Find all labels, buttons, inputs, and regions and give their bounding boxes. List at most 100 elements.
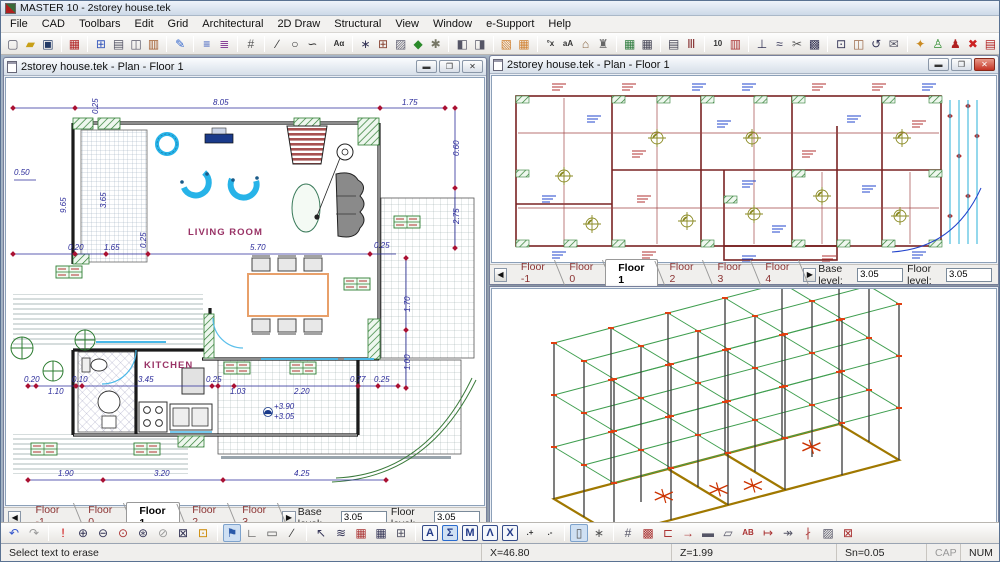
arc-icon[interactable]: ∽	[305, 35, 321, 53]
floor-level-input[interactable]	[946, 268, 992, 282]
text-sigma-button[interactable]: Σ	[442, 525, 458, 541]
menu-item-grid[interactable]: Grid	[161, 17, 196, 31]
cad-stamp-icon[interactable]: ▦	[67, 35, 83, 53]
uturn-icon[interactable]: ↺	[868, 35, 884, 53]
left-plan-canvas[interactable]: 8.05 1.75 0.60 2.75 0.50 9.65 3.65 0.25 …	[5, 77, 485, 506]
floor-tab-floor-2[interactable]: Floor 2	[180, 502, 230, 522]
ab-icon[interactable]: AB	[739, 524, 757, 542]
print-icon[interactable]: ▤	[111, 35, 127, 53]
status-num-indicator[interactable]: NUM	[961, 544, 999, 561]
layers-icon[interactable]: ▥	[146, 35, 162, 53]
plan-window-right[interactable]: 2storey house.tek - Plan - Floor 1 ▬ ❐ ✕	[489, 55, 999, 285]
model-3d-window[interactable]	[489, 286, 999, 522]
image-icon[interactable]: ▧	[499, 35, 515, 53]
circle-icon[interactable]: ○	[287, 35, 303, 53]
menu-item-edit[interactable]: Edit	[128, 17, 161, 31]
status-caps-indicator[interactable]: CAP	[927, 544, 961, 561]
dot-plus-icon[interactable]: .+	[521, 524, 539, 542]
open-icon[interactable]: ▰	[23, 35, 39, 53]
text-icon[interactable]: Aα	[331, 35, 347, 53]
cart-icon[interactable]: ◆	[410, 35, 426, 53]
minimize-button[interactable]: ▬	[928, 58, 949, 71]
delete-icon[interactable]: ✖	[965, 35, 981, 53]
sketch-pen-icon[interactable]: ✎	[172, 35, 188, 53]
draw-line-icon[interactable]: ∕	[283, 524, 301, 542]
regen-icon[interactable]: !	[54, 524, 72, 542]
list-purple-icon[interactable]: ≣	[216, 35, 232, 53]
column-grid-icon[interactable]: Ⅲ	[684, 35, 700, 53]
boxed-x-icon[interactable]: ⊠	[839, 524, 857, 542]
right-window-title-bar[interactable]: 2storey house.tek - Plan - Floor 1 ▬ ❐ ✕	[490, 56, 998, 74]
select-icon[interactable]: ↖	[312, 524, 330, 542]
base-level-input[interactable]	[341, 511, 387, 523]
pattern-icon[interactable]: ▩	[639, 524, 657, 542]
close-button[interactable]: ✕	[462, 60, 483, 73]
pan-hand-icon[interactable]: ✦	[913, 35, 929, 53]
map-arrow-icon[interactable]: ↦	[759, 524, 777, 542]
copy-icon[interactable]: ⊞	[93, 35, 109, 53]
menu-item-cad[interactable]: CAD	[35, 17, 72, 31]
list-blue-icon[interactable]: ≡	[199, 35, 215, 53]
degree-icon[interactable]: °x	[543, 35, 559, 53]
menu-item-architectural[interactable]: Architectural	[195, 17, 270, 31]
frame-icon[interactable]: ▦	[516, 35, 532, 53]
axis-icon[interactable]: ⊥	[754, 35, 770, 53]
comment-icon[interactable]: ✉	[886, 35, 902, 53]
materials-icon[interactable]: ▥	[728, 35, 744, 53]
menu-item-file[interactable]: File	[3, 17, 35, 31]
wall-icon[interactable]: ⊏	[659, 524, 677, 542]
mouse-icon[interactable]: ▯	[570, 524, 588, 542]
zoom-extents-icon[interactable]: ⊠	[174, 524, 192, 542]
model-3d-canvas[interactable]	[491, 288, 997, 522]
find-text-icon[interactable]: aA	[560, 35, 576, 53]
form-icon[interactable]: ⊡	[833, 35, 849, 53]
text-a-button[interactable]: A	[422, 525, 438, 541]
floor-tab-floor-3[interactable]: Floor 3	[230, 502, 280, 522]
hatch2-icon[interactable]: ▨	[819, 524, 837, 542]
grid-snap-icon[interactable]: #	[619, 524, 637, 542]
menu-item-view[interactable]: View	[388, 17, 426, 31]
person-add-icon[interactable]: ♙	[930, 35, 946, 53]
grid-icon[interactable]: #	[243, 35, 259, 53]
chair-icon[interactable]: ⌂	[578, 35, 594, 53]
menu-item-toolbars[interactable]: Toolbars	[72, 17, 128, 31]
zoom-in-icon[interactable]: ⊕	[74, 524, 92, 542]
dot-minus-icon[interactable]: .-	[541, 524, 559, 542]
new-icon[interactable]: ▢	[5, 35, 21, 53]
break-icon[interactable]: ∤	[799, 524, 817, 542]
print-net-icon[interactable]: ▤	[666, 35, 682, 53]
plan-window-left[interactable]: 2storey house.tek - Plan - Floor 1 ▬ ❐ ✕	[3, 57, 487, 522]
wave-icon[interactable]: ≈	[772, 35, 788, 53]
scissors-icon[interactable]: ✂	[789, 35, 805, 53]
zoom-previous-icon[interactable]: ⊘	[154, 524, 172, 542]
table-edit-icon[interactable]: ▦	[352, 524, 370, 542]
menu-item-window[interactable]: Window	[426, 17, 479, 31]
text-m-button[interactable]: M	[462, 525, 478, 541]
menu-item-2d-draw[interactable]: 2D Draw	[270, 17, 327, 31]
undo-icon[interactable]: ↶	[5, 524, 23, 542]
stamp2-icon[interactable]: ♜	[595, 35, 611, 53]
table-add-icon[interactable]: ▦	[622, 35, 638, 53]
table-dark-icon[interactable]: ▩	[807, 35, 823, 53]
base-level-input[interactable]	[857, 268, 903, 282]
restore-button[interactable]: ❐	[951, 58, 972, 71]
menu-item-structural[interactable]: Structural	[327, 17, 388, 31]
blocks-icon[interactable]: ⊞	[375, 35, 391, 53]
redo-icon[interactable]: ↷	[25, 524, 43, 542]
zoom-out-icon[interactable]: ⊖	[94, 524, 112, 542]
window-props-icon[interactable]: ◧	[454, 35, 470, 53]
tab-scroll-left-button[interactable]: ◀	[8, 511, 21, 523]
measure-icon[interactable]: ▭	[263, 524, 281, 542]
close-button[interactable]: ✕	[974, 58, 995, 71]
menu-item-e-support[interactable]: e-Support	[479, 17, 541, 31]
arrow-end-icon[interactable]: →	[679, 524, 697, 542]
hatch-icon[interactable]: ▨	[393, 35, 409, 53]
calculator-icon[interactable]: ▦	[639, 35, 655, 53]
view-camera-icon[interactable]: ◫	[128, 35, 144, 53]
node-icon[interactable]: ∗	[358, 35, 374, 53]
table-arrow-icon[interactable]: ↠	[779, 524, 797, 542]
text-x-button[interactable]: X	[502, 525, 518, 541]
zoom-dynamic-icon[interactable]: ⊛	[134, 524, 152, 542]
person-remove-icon[interactable]: ♟	[948, 35, 964, 53]
cloud-icon[interactable]: ≋	[332, 524, 350, 542]
